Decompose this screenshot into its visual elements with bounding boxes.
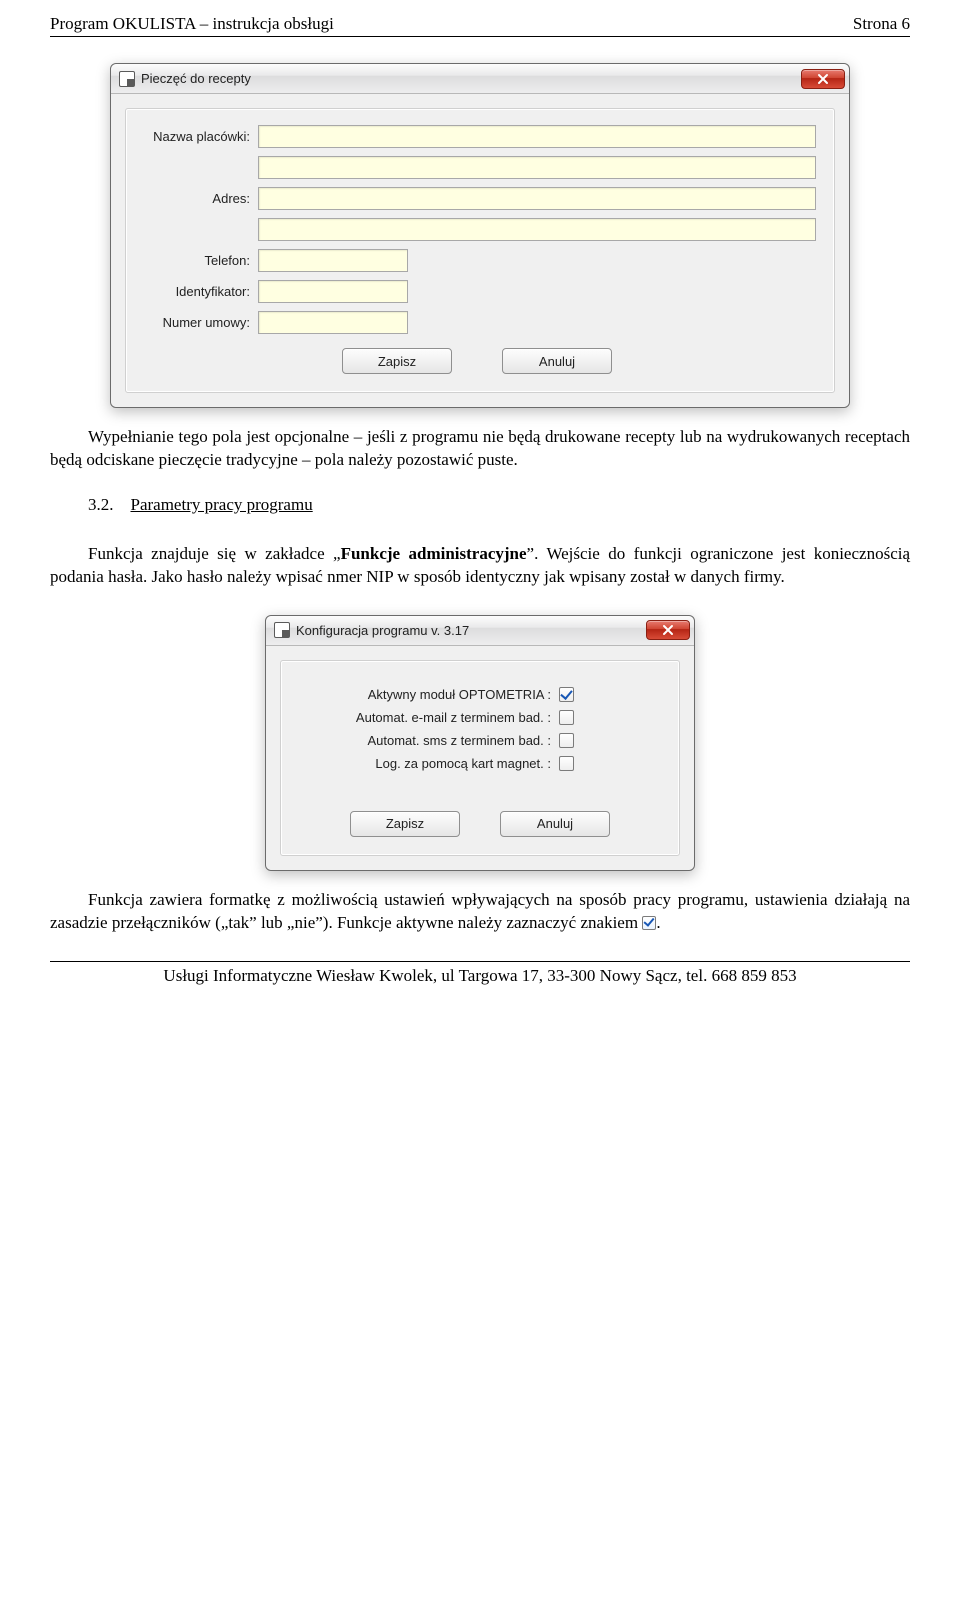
paragraph-3b: . — [656, 913, 660, 932]
section-number: 3.2. — [88, 495, 114, 514]
close-icon — [817, 73, 829, 85]
checkbox-log-karty[interactable] — [559, 756, 574, 771]
dialog2-title: Konfiguracja programu v. 3.17 — [296, 623, 646, 638]
section-title: Parametry pracy programu — [131, 495, 313, 514]
label-sms: Automat. sms z terminem bad. : — [299, 733, 559, 748]
close-button[interactable] — [801, 69, 845, 89]
checkbox-optometria[interactable] — [559, 687, 574, 702]
input-nazwa[interactable] — [258, 125, 816, 148]
dialog-pieczec: Pieczęć do recepty Nazwa placówki: — [110, 63, 850, 408]
checkbox-email[interactable] — [559, 710, 574, 725]
cancel-button[interactable]: Anuluj — [502, 348, 612, 374]
input-numer-umowy[interactable] — [258, 311, 408, 334]
save-button[interactable]: Zapisz — [342, 348, 452, 374]
dialog-title: Pieczęć do recepty — [141, 71, 801, 86]
input-identyfikator[interactable] — [258, 280, 408, 303]
paragraph-2-bold: Funkcje administracyjne — [341, 544, 527, 563]
doc-header-right: Strona 6 — [853, 14, 910, 34]
label-optometria: Aktywny moduł OPTOMETRIA : — [299, 687, 559, 702]
label-nazwa: Nazwa placówki: — [138, 129, 258, 144]
input-telefon[interactable] — [258, 249, 408, 272]
inline-checked-icon — [642, 916, 656, 930]
doc-header-left: Program OKULISTA – instrukcja obsługi — [50, 14, 334, 34]
cancel-button[interactable]: Anuluj — [500, 811, 610, 837]
close-button[interactable] — [646, 620, 690, 640]
input-adres[interactable] — [258, 187, 816, 210]
label-telefon: Telefon: — [138, 253, 258, 268]
label-numer-umowy: Numer umowy: — [138, 315, 258, 330]
doc-footer: Usługi Informatyczne Wiesław Kwolek, ul … — [50, 961, 910, 986]
label-email: Automat. e-mail z terminem bad. : — [299, 710, 559, 725]
paragraph-1: Wypełnianie tego pola jest opcjonalne – … — [50, 426, 910, 472]
app-icon — [119, 71, 135, 87]
save-button[interactable]: Zapisz — [350, 811, 460, 837]
label-log-karty: Log. za pomocą kart magnet. : — [299, 756, 559, 771]
input-nazwa-line2[interactable] — [258, 156, 816, 179]
input-adres-line2[interactable] — [258, 218, 816, 241]
paragraph-3a: Funkcja zawiera formatkę z możliwością u… — [50, 890, 910, 932]
app-icon — [274, 622, 290, 638]
checkbox-sms[interactable] — [559, 733, 574, 748]
paragraph-2a: Funkcja znajduje się w zakładce „ — [88, 544, 341, 563]
dialog-konfiguracja: Konfiguracja programu v. 3.17 Aktywny mo… — [265, 615, 695, 871]
label-adres: Adres: — [138, 191, 258, 206]
label-identyfikator: Identyfikator: — [138, 284, 258, 299]
close-icon — [662, 624, 674, 636]
